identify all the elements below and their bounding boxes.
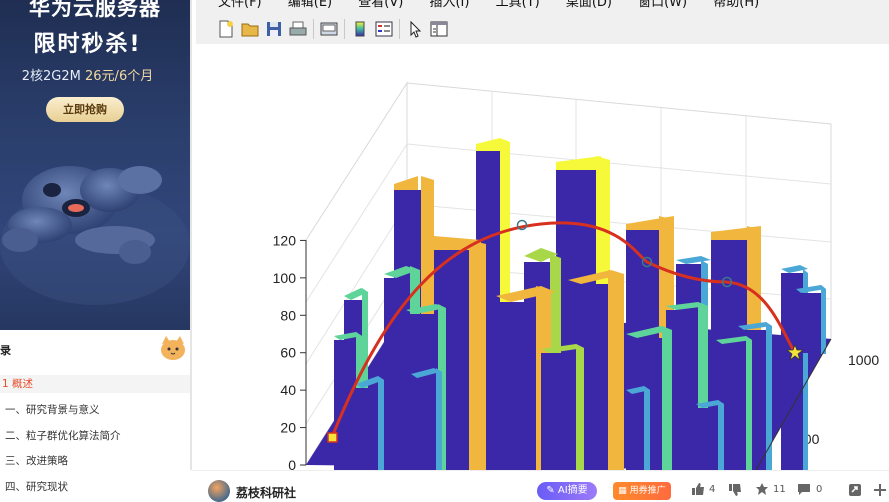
y-tick-label: 1000 [848, 352, 879, 368]
z-tick-label: 100 [273, 270, 297, 286]
legend-icon[interactable] [372, 17, 396, 41]
thumbs-down-icon[interactable] [728, 483, 742, 497]
more-icon[interactable] [873, 483, 887, 497]
z-tick-group: 0 20 40 60 80 100 120 [273, 232, 306, 470]
z-tick-label: 80 [280, 307, 296, 323]
article-footer: 荔枝科研社 ✎ AI摘要 ▦ 用券推广 4 11 0 [192, 470, 889, 502]
toc-item-status[interactable]: 四、研究现状 [0, 478, 190, 496]
toc-item-overview[interactable]: 1 概述 [0, 375, 190, 393]
favorite-count: 11 [773, 484, 786, 495]
menu-view[interactable]: 查看(V) [358, 0, 403, 10]
ad-robot-illustration [0, 166, 190, 305]
save-icon[interactable] [262, 17, 286, 41]
panel-divider [190, 0, 192, 470]
bar [356, 376, 384, 470]
start-square-marker [327, 432, 338, 443]
bar [796, 285, 826, 354]
author-avatar[interactable] [208, 480, 230, 502]
bar [411, 368, 442, 470]
z-tick-label: 60 [280, 345, 296, 361]
favorite-star-icon[interactable] [755, 482, 769, 496]
ad-subtitle: 限时秒杀! [33, 32, 142, 57]
menu-file[interactable]: 文件(F) [218, 0, 262, 10]
menu-insert[interactable]: 插入(I) [429, 0, 469, 10]
z-tick-label: 40 [280, 382, 296, 398]
bar3d-chart: 020406080100120 5001000 [273, 81, 879, 470]
ad-title: 华为云服务器 [29, 0, 161, 20]
toc-item-pso-intro[interactable]: 二、粒子群优化算法简介 [0, 427, 190, 445]
link-plot-icon[interactable] [317, 17, 341, 41]
coupon-promo-button[interactable]: ▦ 用券推广 [613, 482, 671, 500]
bar [541, 344, 584, 470]
property-inspector-icon[interactable] [427, 17, 451, 41]
ad-buy-button[interactable]: 立即抢购 [46, 97, 124, 122]
menu-bar: 文件(F) 编辑(E) 查看(V) 插入(I) 工具(T) 桌面(D) 窗口(W… [196, 0, 759, 10]
menu-edit[interactable]: 编辑(E) [288, 0, 332, 10]
figure-toolbar [214, 16, 451, 42]
toc-item-background[interactable]: 一、研究背景与意义 [0, 401, 190, 419]
share-icon[interactable] [848, 483, 862, 497]
author-name[interactable]: 荔枝科研社 [236, 484, 296, 501]
z-tick-label: 20 [280, 420, 296, 436]
ad-price-line: 2核2G2M 26元/6个月 [0, 65, 175, 84]
z-tick-label: 120 [273, 232, 297, 248]
open-folder-icon[interactable] [238, 17, 262, 41]
toc-item-label: 四、研究现状 [5, 481, 68, 493]
toc-header: 录 [0, 344, 11, 357]
pointer-icon[interactable] [403, 17, 427, 41]
plot-axes[interactable]: 020406080100120 5001000 [196, 44, 889, 470]
cat-mascot-icon [161, 336, 185, 360]
toc-item-label: 三、改进策略 [5, 455, 68, 467]
toolbar-separator [399, 19, 400, 39]
comment-icon[interactable] [797, 483, 811, 496]
promo-label: 用券推广 [629, 486, 666, 496]
new-file-icon[interactable] [214, 17, 238, 41]
ai-summary-button[interactable]: ✎ AI摘要 [537, 482, 597, 500]
menu-desktop[interactable]: 桌面(D) [566, 0, 612, 10]
promo-ad-banner[interactable]: 华为云服务器 限时秒杀! 2核2G2M 26元/6个月 立即抢购 [0, 0, 190, 330]
menu-window[interactable]: 窗口(W) [638, 0, 687, 10]
toolbar-separator [344, 19, 345, 39]
toc-item-label: 1 概述 [2, 378, 34, 390]
menu-help[interactable]: 帮助(H) [713, 0, 759, 10]
bar [696, 400, 724, 470]
ad-spec: 2核2G2M [21, 69, 81, 84]
z-tick-label: 0 [288, 457, 296, 470]
thumbs-up-icon[interactable] [691, 482, 705, 496]
ad-price: 26元/6个月 [85, 69, 154, 84]
toc-item-label: 二、粒子群优化算法简介 [5, 430, 121, 442]
ai-summary-label: AI摘要 [557, 485, 588, 496]
toc-item-label: 一、研究背景与意义 [5, 404, 100, 416]
table-of-contents: 录 1 概述 一、研究背景与意义 二、粒子群优化算法简介 三、改进策略 四、研究… [0, 330, 190, 500]
menu-tools[interactable]: 工具(T) [496, 0, 540, 10]
bar [626, 386, 650, 470]
toolbar-separator [313, 19, 314, 39]
like-count: 4 [709, 484, 716, 495]
toc-item-strategy[interactable]: 三、改进策略 [0, 452, 190, 470]
comment-count: 0 [816, 484, 823, 495]
print-icon[interactable] [286, 17, 310, 41]
colorbar-icon[interactable] [348, 17, 372, 41]
